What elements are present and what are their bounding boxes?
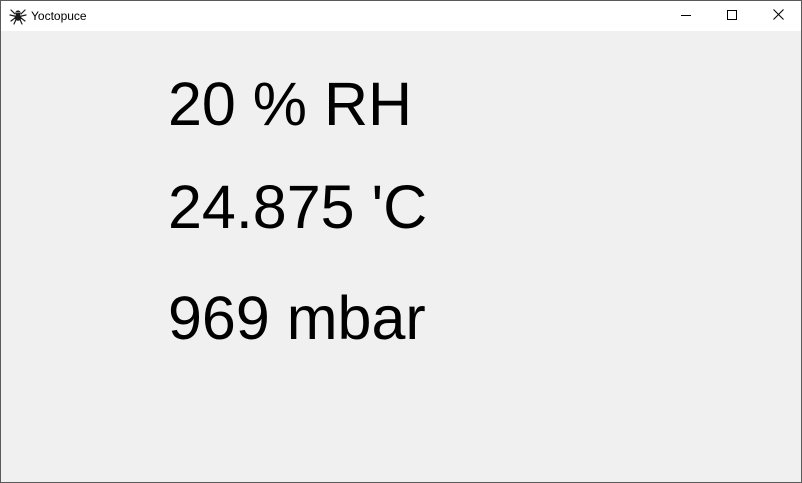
pressure-reading: 969 mbar [168, 284, 426, 352]
close-button[interactable] [755, 1, 801, 31]
minimize-button[interactable] [663, 1, 709, 31]
maximize-icon [727, 7, 737, 25]
close-icon [772, 7, 784, 25]
humidity-reading: 20 % RH [168, 70, 413, 138]
window-title: Yoctopuce [31, 9, 87, 23]
title-bar[interactable]: Yoctopuce [1, 1, 801, 31]
app-window: Yoctopuce 20 % RH 24.875 'C 969 mbar [0, 0, 802, 483]
maximize-button[interactable] [709, 1, 755, 31]
yoctopuce-spider-icon [9, 7, 27, 25]
minimize-icon [681, 7, 691, 25]
temperature-reading: 24.875 'C [168, 173, 428, 241]
client-area: 20 % RH 24.875 'C 969 mbar [1, 31, 801, 482]
